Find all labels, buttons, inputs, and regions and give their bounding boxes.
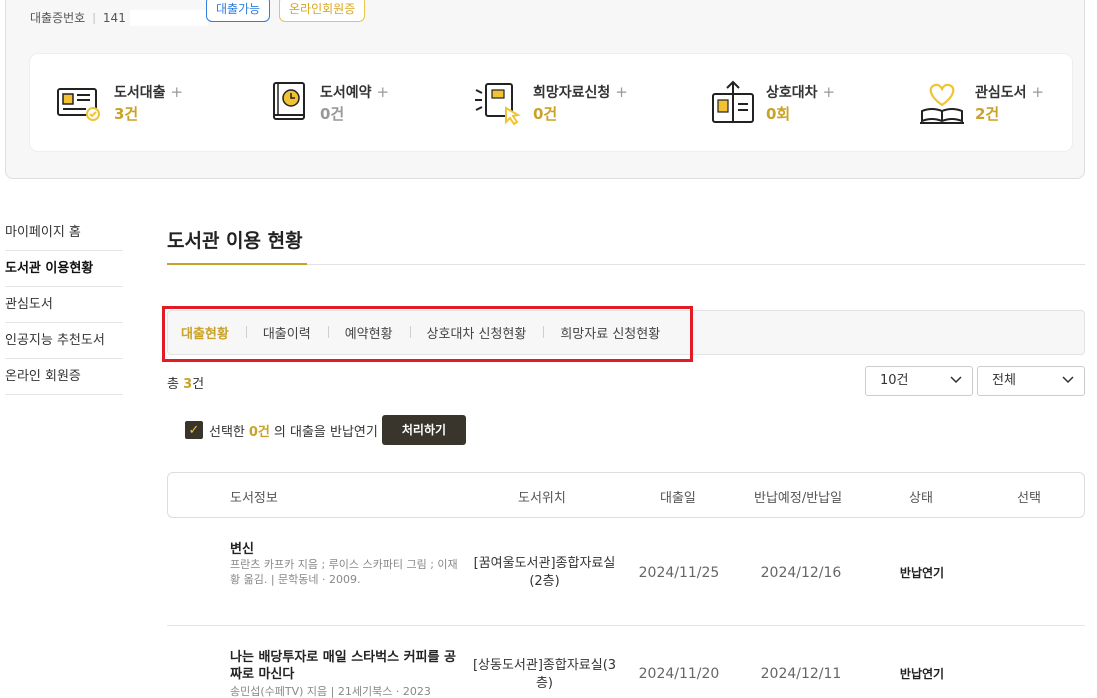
col-status: 상태 xyxy=(909,491,933,506)
filter-select[interactable]: 전체 xyxy=(977,366,1085,396)
highlight-box xyxy=(162,306,693,362)
col-due-date: 반납예정/반납일 xyxy=(754,491,843,506)
usage-stats: 도서대출 + 3건 도서예약 + 0건 희망자료신청 + 0건 상호대차 + 0… xyxy=(30,54,1072,151)
due-date: 2024/12/11 xyxy=(760,666,842,682)
stat-count: 0건 xyxy=(320,104,345,123)
chevron-down-icon xyxy=(1062,376,1074,384)
loan-date: 2024/11/20 xyxy=(638,666,720,682)
due-date: 2024/12/16 xyxy=(760,565,842,581)
plus-icon[interactable]: + xyxy=(171,83,184,101)
total-count: 총 3건 xyxy=(167,373,204,392)
stat-wish-request[interactable]: 희망자료신청 + 0건 xyxy=(473,54,628,151)
status-extend-button[interactable]: 반납연기 xyxy=(879,665,965,683)
stat-interlibrary-loan[interactable]: 상호대차 + 0회 xyxy=(710,54,835,151)
stat-book-loan[interactable]: 도서대출 + 3건 xyxy=(56,54,183,151)
process-button[interactable]: 처리하기 xyxy=(381,415,467,445)
heart-book-icon xyxy=(920,83,964,124)
bulk-suffix: 의 대출을 반납연기 xyxy=(273,424,378,440)
stat-count: 0건 xyxy=(533,104,558,123)
chevron-down-icon xyxy=(950,376,962,384)
table-row: 변신 프란츠 카프카 지음 ; 루이스 스카파티 그림 ; 이재황 옮김. | … xyxy=(167,520,1085,625)
book-location: [상동도서관]종합자료실(3층) xyxy=(472,658,617,691)
stat-label: 도서대출 xyxy=(114,84,166,101)
col-select: 선택 xyxy=(1017,491,1041,506)
book-meta: 송민섭(수페TV) 지음 | 21세기북스 · 2023 xyxy=(230,685,431,698)
table-row: 나는 배당투자로 매일 스타벅스 커피를 공짜로 마신다 송민섭(수페TV) 지… xyxy=(167,626,1085,698)
stat-label: 도서예약 xyxy=(320,84,372,101)
book-meta: 프란츠 카프카 지음 ; 루이스 스카파티 그림 ; 이재황 옮김. | 문학동… xyxy=(230,558,458,586)
user-summary-card: 대출증번호 | 141 대출가능 온라인회원증 도서대출 + 3건 도서예약 +… xyxy=(5,0,1085,179)
col-location: 도서위치 xyxy=(518,491,566,506)
page-size-value: 10건 xyxy=(880,373,909,388)
loan-date: 2024/11/25 xyxy=(638,565,720,581)
title-underline xyxy=(167,263,307,265)
wish-request-icon xyxy=(475,82,521,125)
sidebar-nav: 마이페이지 홈 도서관 이용현황 관심도서 인공지능 추천도서 온라인 회원증 xyxy=(5,215,123,395)
book-title[interactable]: 나는 배당투자로 매일 스타벅스 커피를 공짜로 마신다 xyxy=(230,649,462,683)
stat-book-reserve[interactable]: 도서예약 + 0건 xyxy=(270,54,389,151)
page-title: 도서관 이용 현황 xyxy=(167,230,303,252)
online-member-card-button[interactable]: 온라인회원증 xyxy=(279,0,366,22)
sidebar-item-library-usage[interactable]: 도서관 이용현황 xyxy=(5,251,123,287)
loanable-badge: 대출가능 xyxy=(206,0,271,22)
total-number: 3 xyxy=(183,377,193,392)
book-loan-icon xyxy=(57,87,100,121)
book-reserve-icon xyxy=(273,81,305,120)
stat-count: 3건 xyxy=(114,104,139,123)
book-title[interactable]: 변신 xyxy=(230,541,462,558)
filter-value: 전체 xyxy=(992,373,1016,388)
col-book-info: 도서정보 xyxy=(230,491,278,506)
card-number-masked xyxy=(129,9,208,26)
total-suffix: 건 xyxy=(192,377,205,392)
table-header: 도서정보 도서위치 대출일 반납예정/반납일 상태 선택 xyxy=(167,472,1085,518)
status-extend-button[interactable]: 반납연기 xyxy=(879,564,965,582)
stat-interest-books[interactable]: 관심도서 + 2건 xyxy=(919,54,1044,151)
sidebar-item-mypage-home[interactable]: 마이페이지 홈 xyxy=(5,215,123,251)
sidebar-item-online-card[interactable]: 온라인 회원증 xyxy=(5,359,123,395)
bulk-count: 0건 xyxy=(248,424,270,440)
card-number-label: 대출증번호 xyxy=(30,11,86,25)
sidebar-item-interest-books[interactable]: 관심도서 xyxy=(5,287,123,323)
stat-label: 상호대차 xyxy=(766,84,818,101)
col-loan-date: 대출일 xyxy=(660,491,696,506)
sidebar-item-ai-recommend[interactable]: 인공지능 추천도서 xyxy=(5,323,123,359)
divider: | xyxy=(92,11,96,24)
bulk-prefix: 선택한 xyxy=(209,424,245,440)
book-location: [꿈여울도서관]종합자료실(2층) xyxy=(473,556,616,589)
plus-icon[interactable]: + xyxy=(615,83,628,101)
stat-label: 희망자료신청 xyxy=(533,84,611,101)
bulk-extend-bar: ✓ 선택한 0건 의 대출을 반납연기 처리하기 xyxy=(185,415,467,445)
plus-icon[interactable]: + xyxy=(1032,83,1045,101)
library-card-number: 대출증번호 | 141 xyxy=(30,9,208,26)
card-number-value: 141 xyxy=(102,10,126,25)
stat-label: 관심도서 xyxy=(975,84,1027,101)
interlibrary-loan-icon xyxy=(712,80,754,123)
total-prefix: 총 xyxy=(167,377,184,392)
stat-count: 2건 xyxy=(975,104,1000,123)
plus-icon[interactable]: + xyxy=(377,83,390,101)
plus-icon[interactable]: + xyxy=(823,83,836,101)
page-size-select[interactable]: 10건 xyxy=(865,366,973,396)
select-all-checkbox[interactable]: ✓ xyxy=(185,421,203,439)
stat-count: 0회 xyxy=(766,104,791,123)
